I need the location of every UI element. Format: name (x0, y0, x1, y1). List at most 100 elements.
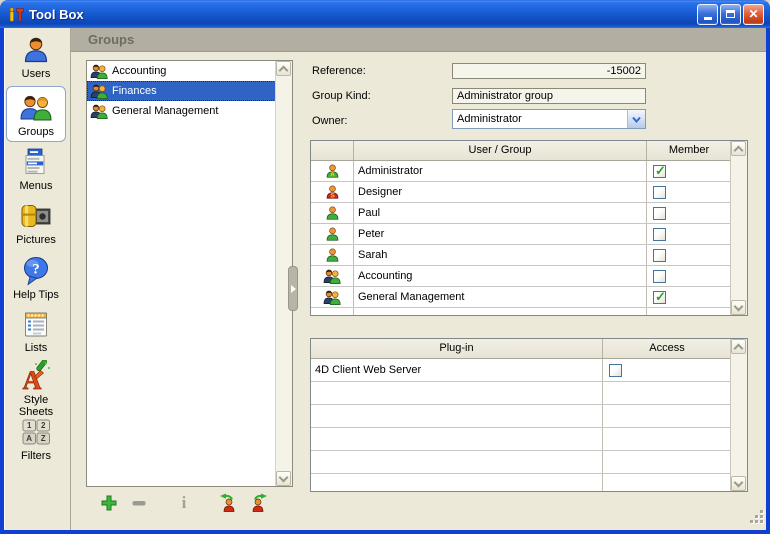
svg-text:i: i (182, 493, 187, 512)
svg-text:S: S (330, 193, 335, 200)
remove-group-button[interactable] (128, 495, 150, 515)
members-table-header: User / Group Member (311, 141, 731, 161)
helptips-icon: ? (6, 255, 66, 287)
sidebar-item-filters[interactable]: 1 2 A Z Filters (6, 416, 66, 462)
plugin-row[interactable]: 4D Client Web Server (311, 359, 731, 382)
member-cell (646, 224, 731, 244)
group-info-button[interactable]: i (173, 495, 195, 515)
toolbox-icon (8, 5, 26, 23)
plugins-table-header: Plug-in Access (311, 339, 731, 359)
members-scrollbar[interactable] (730, 141, 747, 315)
scroll-up-button[interactable] (276, 61, 291, 76)
group-icon (90, 64, 108, 79)
group-list-item[interactable]: Accounting (87, 61, 276, 81)
access-checkbox[interactable] (609, 364, 622, 377)
plugin-rows: 4D Client Web Server (311, 359, 731, 491)
member-cell (646, 287, 731, 307)
svg-text:A: A (26, 434, 32, 443)
member-checkbox[interactable] (653, 291, 666, 304)
chevron-down-icon (632, 116, 641, 123)
group-list[interactable]: Accounting Finances General Management (86, 60, 293, 487)
admin-user-icon: A (311, 161, 353, 181)
panel-splitter[interactable] (288, 266, 298, 311)
add-group-button[interactable] (98, 495, 120, 515)
sidebar-item-users[interactable]: Users (6, 34, 66, 80)
panel-header: Groups (71, 28, 766, 52)
group-name: Accounting (112, 65, 166, 77)
plugins-scrollbar[interactable] (730, 339, 747, 491)
sidebar-item-lists[interactable]: Lists (6, 308, 66, 354)
scroll-down-button[interactable] (276, 471, 291, 486)
members-rows: AAdministrator SDesigner Paul Peter Sara… (311, 161, 731, 315)
scroll-up-button[interactable] (731, 141, 746, 156)
chevron-down-icon (279, 472, 289, 482)
user-icon (311, 224, 353, 244)
titlebar[interactable]: Tool Box ✕ (0, 0, 770, 28)
chevron-up-icon (734, 145, 744, 155)
owner-select[interactable]: Administrator (452, 109, 646, 129)
chevron-down-icon (734, 477, 744, 487)
minimize-button[interactable] (697, 4, 718, 25)
member-row[interactable]: Paul (311, 203, 731, 224)
sidebar-item-pictures[interactable]: Pictures (6, 200, 66, 246)
scroll-down-button[interactable] (731, 300, 746, 315)
group-list-item[interactable]: General Management (87, 101, 276, 121)
member-row[interactable]: AAdministrator (311, 161, 731, 182)
empty-plugin-row (311, 451, 731, 474)
member-icon-column-header (311, 141, 353, 160)
sidebar-item-menus[interactable]: Menus (6, 146, 66, 192)
member-checkbox[interactable] (653, 165, 666, 178)
member-row[interactable]: Peter (311, 224, 731, 245)
member-checkbox[interactable] (653, 249, 666, 262)
plugin-name: 4D Client Web Server (311, 359, 602, 381)
empty-plugin-row (311, 405, 731, 428)
group-kind-field[interactable]: Administrator group (452, 88, 646, 104)
group-list-item[interactable]: Finances (87, 81, 276, 101)
user-group-name: General Management (353, 287, 646, 307)
move-user-out-button[interactable] (249, 495, 271, 515)
member-checkbox[interactable] (653, 207, 666, 220)
maximize-button[interactable] (720, 4, 741, 25)
sidebar-item-label: Style Sheets (6, 394, 66, 418)
sidebar-item-groups[interactable]: Groups (6, 86, 66, 142)
user-group-name: Paul (353, 203, 646, 223)
add-icon (100, 494, 118, 517)
close-icon: ✕ (748, 7, 758, 21)
designer-user-icon: S (311, 182, 353, 202)
member-checkbox[interactable] (653, 228, 666, 241)
remove-icon (130, 494, 148, 517)
user-icon (311, 245, 353, 265)
sidebar-item-help-tips[interactable]: ?Help Tips (6, 255, 66, 301)
scroll-up-button[interactable] (731, 339, 746, 354)
sidebar-item-label: Filters (6, 450, 66, 462)
owner-dropdown-button[interactable] (627, 110, 645, 128)
maximize-icon (726, 10, 735, 18)
move-user-in-button[interactable] (216, 495, 238, 515)
member-checkbox[interactable] (653, 186, 666, 199)
resize-grip[interactable] (750, 510, 764, 524)
plugins-table: Plug-in Access 4D Client Web Server (310, 338, 748, 492)
sidebar-item-label: Groups (7, 126, 65, 138)
sidebar-item-style-sheets[interactable]: A Style Sheets (6, 360, 66, 418)
member-row[interactable]: General Management (311, 287, 731, 308)
svg-text:A: A (330, 172, 335, 179)
scroll-down-button[interactable] (731, 476, 746, 491)
member-row[interactable]: Sarah (311, 245, 731, 266)
chevron-up-icon (734, 343, 744, 353)
member-row[interactable]: Accounting (311, 266, 731, 287)
close-button[interactable]: ✕ (743, 4, 764, 25)
member-row[interactable]: SDesigner (311, 182, 731, 203)
group-list-rows: Accounting Finances General Management (87, 61, 276, 486)
members-table: User / Group Member AAdministrator SDesi… (310, 140, 748, 316)
filters-icon: 1 2 A Z (6, 416, 66, 448)
member-checkbox[interactable] (653, 270, 666, 283)
menus-icon (6, 146, 66, 178)
access-column-header: Access (602, 339, 731, 358)
users-icon (6, 34, 66, 66)
user-group-column-header: User / Group (353, 141, 646, 160)
svg-text:Z: Z (41, 434, 46, 443)
member-cell (646, 266, 731, 286)
empty-plugin-row (311, 428, 731, 451)
sidebar: Users Groups Menus Pictures ?Help Tips L… (4, 28, 71, 530)
reference-field[interactable]: -15002 (452, 63, 646, 79)
